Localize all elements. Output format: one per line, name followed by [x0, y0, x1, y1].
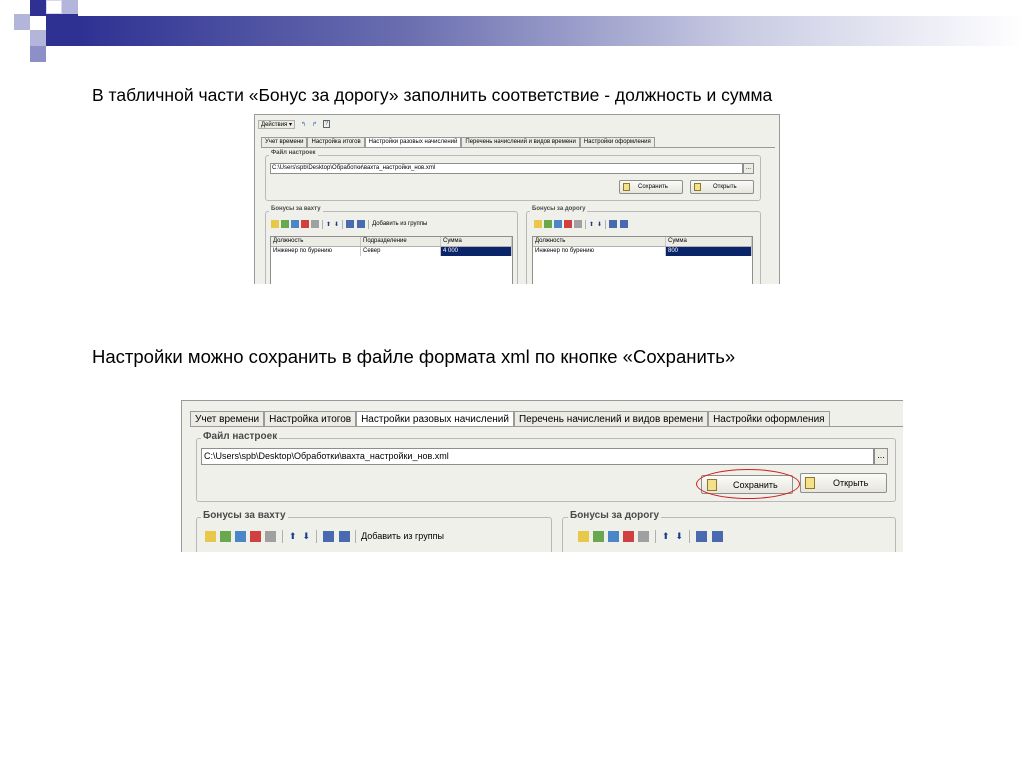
edit-row-icon[interactable]	[235, 530, 246, 542]
save-button[interactable]: Сохранить	[619, 180, 683, 194]
add-from-group-button[interactable]: Добавить из группы	[372, 221, 427, 227]
open-button[interactable]: Открыть	[800, 473, 887, 493]
add-row-icon[interactable]	[271, 220, 279, 228]
delete-row-icon[interactable]	[564, 220, 572, 228]
settings-file-group	[265, 155, 761, 201]
sort-asc-icon[interactable]	[609, 220, 618, 228]
move-up-icon[interactable]: ⬆	[326, 221, 331, 228]
help-icon[interactable]: ?	[323, 120, 331, 128]
disable-icon[interactable]	[311, 220, 319, 228]
tab-time-accounting[interactable]: Учет времени	[190, 411, 265, 426]
table-row[interactable]: Инженер по бурению Север 4 000	[271, 247, 512, 256]
tab-accruals-list[interactable]: Перечень начислений и видов времени	[513, 411, 709, 426]
slide-caption-top: В табличной части «Бонус за дорогу» запо…	[92, 85, 773, 105]
screenshot-small: Действия ▾ ↰ ↱ ? Учет времени Настройка …	[254, 114, 780, 284]
edit-row-icon[interactable]	[554, 220, 562, 228]
browse-button[interactable]: ...	[874, 448, 888, 465]
table-row[interactable]: Инженер по бурению 800	[533, 247, 752, 256]
column-header[interactable]: Сумма	[666, 237, 752, 246]
settings-file-title: Файл настроек	[269, 150, 318, 156]
tab-design-settings[interactable]: Настройки оформления	[708, 411, 830, 426]
bonus-shift-toolbar: ⬆ ⬇ Добавить из группы	[205, 529, 444, 543]
save-file-icon	[623, 183, 630, 191]
highlight-circle	[696, 469, 800, 499]
tab-design-settings[interactable]: Настройки оформления	[579, 137, 655, 147]
open-button[interactable]: Открыть	[690, 180, 754, 194]
move-down-icon[interactable]: ⬇	[334, 221, 339, 228]
tab-bar: Учет времени Настройка итогов Настройки …	[190, 411, 830, 426]
tab-totals-settings[interactable]: Настройка итогов	[264, 411, 357, 426]
copy-row-icon[interactable]	[593, 530, 604, 542]
move-up-icon[interactable]: ⬆	[589, 221, 594, 228]
add-from-group-button[interactable]: Добавить из группы	[361, 531, 444, 541]
bonus-road-toolbar: ⬆ ⬇	[534, 219, 629, 229]
add-row-icon[interactable]	[534, 220, 542, 228]
cell-amount[interactable]: 800	[666, 247, 752, 256]
bonus-road-title: Бонусы за дорогу	[530, 206, 588, 212]
move-up-icon[interactable]: ⬆	[662, 531, 670, 542]
edit-row-icon[interactable]	[608, 530, 619, 542]
actions-menu[interactable]: Действия ▾	[258, 119, 295, 129]
column-header[interactable]: Подразделение	[361, 237, 441, 246]
open-file-icon	[694, 183, 701, 191]
sort-asc-icon[interactable]	[346, 220, 355, 228]
copy-row-icon[interactable]	[544, 220, 552, 228]
bonus-shift-toolbar: ⬆ ⬇ Добавить из группы	[271, 219, 427, 229]
bonus-shift-title: Бонусы за вахту	[201, 510, 288, 521]
tab-accruals-list[interactable]: Перечень начислений и видов времени	[461, 137, 580, 147]
bonus-road-title: Бонусы за дорогу	[568, 510, 662, 521]
header-gradient-bar	[78, 16, 1024, 46]
copy-row-icon[interactable]	[281, 220, 289, 228]
delete-row-icon[interactable]	[301, 220, 309, 228]
sort-desc-icon[interactable]	[712, 530, 724, 542]
column-header[interactable]: Должность	[533, 237, 666, 246]
cell-position[interactable]: Инженер по бурению	[533, 247, 666, 256]
sort-desc-icon[interactable]	[339, 530, 351, 542]
screenshot-zoomed: Учет времени Настройка итогов Настройки …	[181, 400, 903, 552]
move-down-icon[interactable]: ⬇	[676, 531, 684, 542]
column-header[interactable]: Сумма	[441, 237, 512, 246]
delete-row-icon[interactable]	[250, 530, 261, 542]
disable-icon[interactable]	[265, 530, 276, 542]
tab-bar: Учет времени Настройка итогов Настройки …	[261, 137, 655, 147]
cell-department[interactable]: Север	[361, 247, 441, 256]
sort-desc-icon[interactable]	[357, 220, 366, 228]
cell-amount[interactable]: 4 000	[441, 247, 512, 256]
sort-desc-icon[interactable]	[620, 220, 629, 228]
bonus-road-toolbar: ⬆ ⬇	[578, 529, 724, 543]
settings-file-title: Файл настроек	[201, 431, 280, 442]
move-down-icon[interactable]: ⬇	[303, 531, 311, 542]
sort-asc-icon[interactable]	[696, 530, 708, 542]
delete-row-icon[interactable]	[623, 530, 634, 542]
arrow-icon[interactable]: ↰	[301, 121, 306, 128]
slide-caption-bottom: Настройки можно сохранить в файле формат…	[92, 346, 736, 367]
cell-position[interactable]: Инженер по бурению	[271, 247, 361, 256]
tab-one-time-accruals[interactable]: Настройки разовых начислений	[364, 137, 462, 147]
open-file-icon	[805, 477, 815, 489]
disable-icon[interactable]	[574, 220, 582, 228]
tab-time-accounting[interactable]: Учет времени	[261, 137, 308, 147]
settings-file-path-input[interactable]: C:\Users\spb\Desktop\Обработки\вахта_нас…	[270, 163, 743, 174]
add-row-icon[interactable]	[205, 530, 216, 542]
edit-row-icon[interactable]	[291, 220, 299, 228]
move-up-icon[interactable]: ⬆	[289, 531, 297, 542]
add-row-icon[interactable]	[578, 530, 589, 542]
bonus-road-table: Должность Сумма Инженер по бурению 800	[532, 236, 753, 284]
move-down-icon[interactable]: ⬇	[597, 221, 602, 228]
copy-row-icon[interactable]	[220, 530, 231, 542]
settings-file-path-input[interactable]: C:\Users\spb\Desktop\Обработки\вахта_нас…	[201, 448, 874, 465]
disable-icon[interactable]	[638, 530, 649, 542]
arrow-icon[interactable]: ↱	[312, 121, 317, 128]
tab-totals-settings[interactable]: Настройка итогов	[307, 137, 365, 147]
sort-asc-icon[interactable]	[323, 530, 335, 542]
bonus-shift-title: Бонусы за вахту	[269, 206, 323, 212]
column-header[interactable]: Должность	[271, 237, 361, 246]
tab-one-time-accruals[interactable]: Настройки разовых начислений	[356, 411, 514, 426]
browse-button[interactable]: ...	[743, 163, 754, 174]
bonus-shift-table: Должность Подразделение Сумма Инженер по…	[270, 236, 513, 284]
triangle-down-icon: ▾	[288, 121, 292, 128]
